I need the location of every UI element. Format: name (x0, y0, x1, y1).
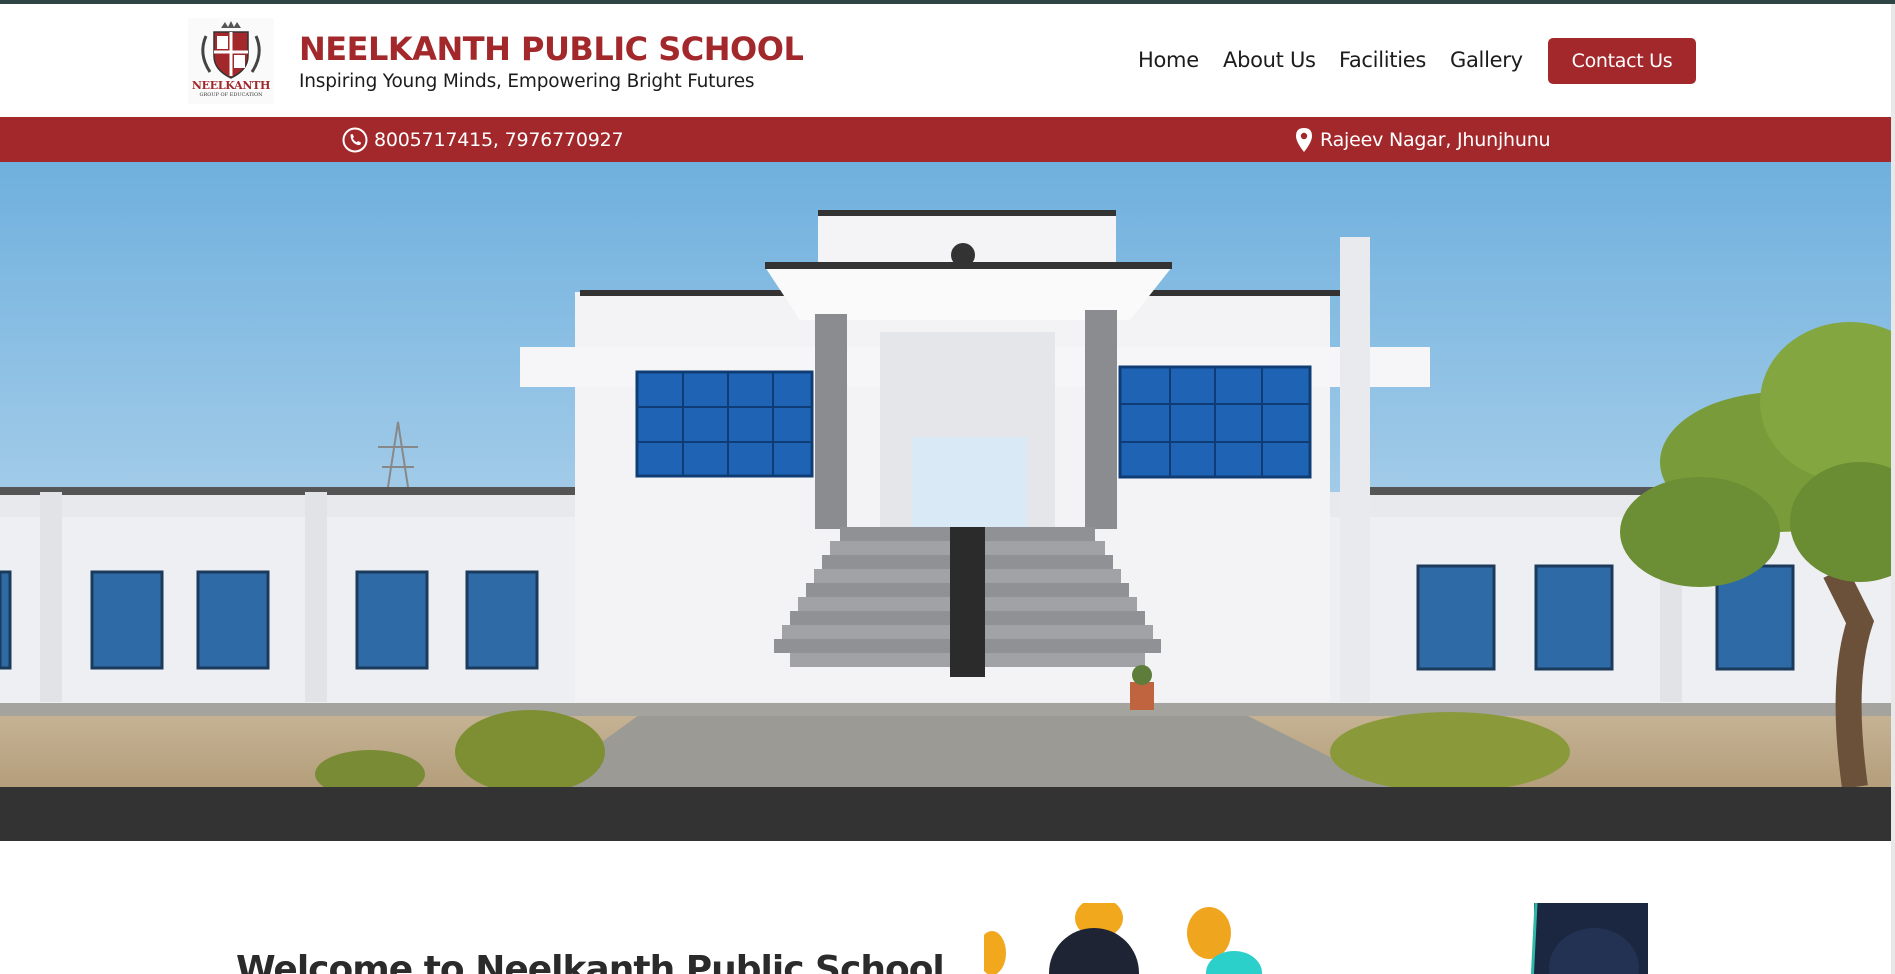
nav-home[interactable]: Home (1138, 48, 1199, 72)
school-building-photo (0, 162, 1895, 787)
contact-us-button[interactable]: Contact Us (1548, 38, 1696, 84)
welcome-photo (984, 903, 1648, 974)
school-tagline: Inspiring Young Minds, Empowering Bright… (299, 71, 755, 92)
school-name: NEELKANTH PUBLIC SCHOOL (299, 30, 804, 68)
logo-subtext: GROUP OF EDUCATION (199, 92, 263, 98)
page-scrollbar[interactable] (1891, 4, 1895, 974)
logo-wordmark: NEELKANTH (191, 79, 271, 92)
hero-caption-band (0, 787, 1895, 841)
site-header: NEELKANTH GROUP OF EDUCATION NEELKANTH P… (0, 4, 1895, 117)
phone-icon (342, 127, 368, 152)
nav-gallery[interactable]: Gallery (1450, 48, 1523, 72)
students-celebration-image (984, 903, 1648, 974)
school-logo[interactable]: NEELKANTH GROUP OF EDUCATION (188, 18, 274, 104)
welcome-heading: Welcome to Neelkanth Public School (236, 949, 945, 974)
phone-numbers: 8005717415, 7976770927 (374, 128, 624, 151)
welcome-section: Welcome to Neelkanth Public School (0, 841, 1895, 974)
location-text: Rajeev Nagar, Jhunjhunu (1320, 128, 1551, 151)
location-pin-icon (1296, 127, 1312, 152)
location-info[interactable]: Rajeev Nagar, Jhunjhunu (1294, 117, 1551, 162)
nav-about-us[interactable]: About Us (1223, 48, 1316, 72)
nav-facilities[interactable]: Facilities (1339, 48, 1426, 72)
contact-info-bar: 8005717415, 7976770927 Rajeev Nagar, Jhu… (0, 117, 1895, 162)
phone-info[interactable]: 8005717415, 7976770927 (342, 117, 624, 162)
hero-banner (0, 162, 1895, 787)
